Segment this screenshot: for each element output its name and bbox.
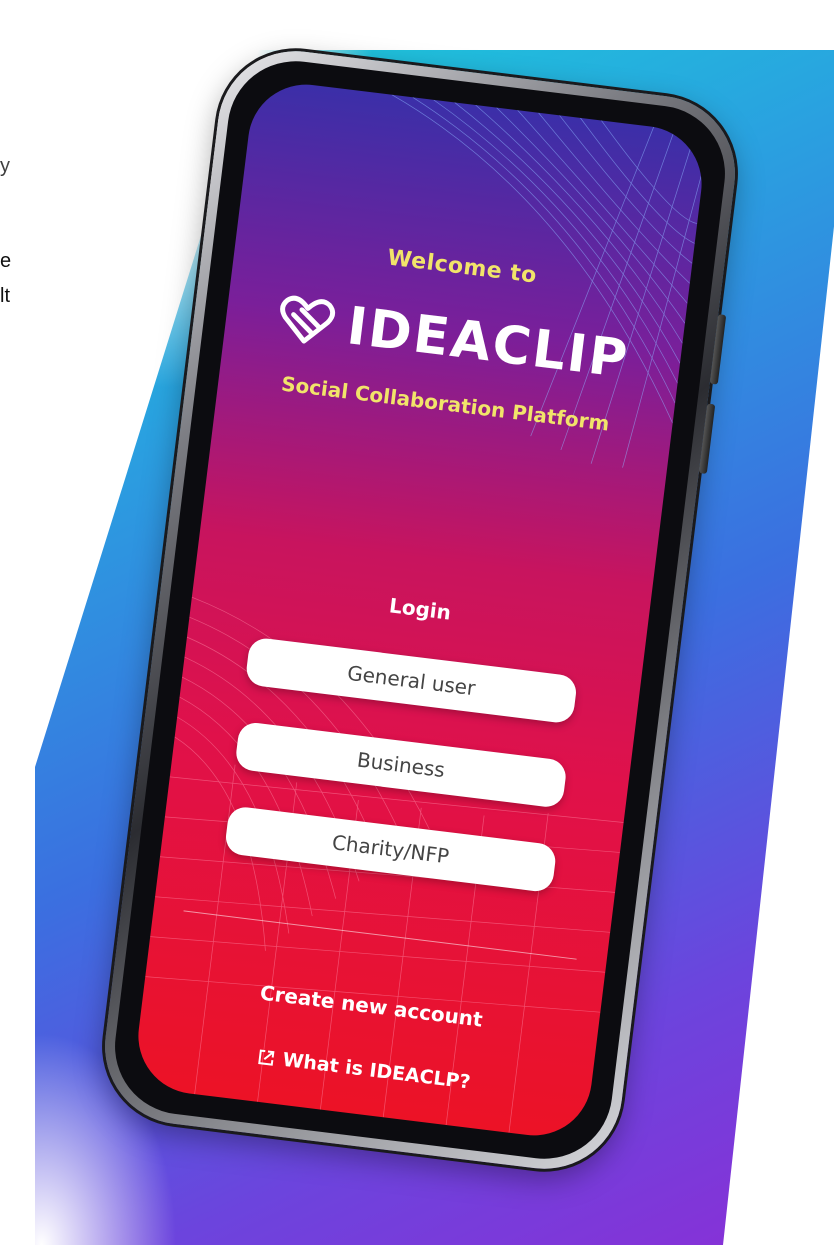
- side-text-line-2: e: [0, 250, 12, 272]
- external-link-icon: [257, 1049, 274, 1066]
- app-screen: Welcome to IDEACLIP Social Collaboration…: [131, 78, 709, 1142]
- side-text-line-1: y: [0, 155, 10, 177]
- heart-clip-icon: [280, 295, 336, 344]
- side-text-line-3: lt: [0, 285, 10, 307]
